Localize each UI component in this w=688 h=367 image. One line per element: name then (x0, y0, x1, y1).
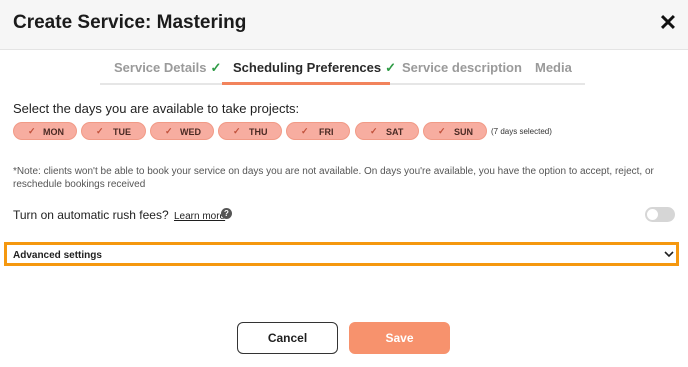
checkmark-icon: ✓ (233, 126, 241, 136)
advanced-settings-label: Advanced settings (13, 250, 102, 261)
day-chip-tue[interactable]: ✓ TUE (81, 122, 146, 140)
chevron-down-icon (664, 251, 674, 258)
day-label: THU (249, 127, 268, 137)
tab-label: Media (535, 60, 572, 75)
day-chip-mon[interactable]: ✓ MON (13, 122, 77, 140)
tab-service-description[interactable]: Service description (402, 60, 522, 75)
checkmark-icon: ✓ (28, 126, 36, 136)
day-label: TUE (113, 127, 131, 137)
day-chip-thu[interactable]: ✓ THU (218, 122, 282, 140)
checkmark-icon: ✓ (385, 60, 397, 75)
availability-note: *Note: clients won't be able to book you… (13, 166, 654, 190)
tab-scheduling-preferences[interactable]: Scheduling Preferences ✓ (233, 60, 396, 76)
day-label: MON (43, 127, 64, 137)
day-label: SAT (386, 127, 404, 137)
tab-media[interactable]: Media (535, 60, 572, 75)
page-title: Create Service: Mastering (13, 12, 247, 33)
checkmark-icon: ✓ (165, 126, 173, 136)
advanced-settings-accordion[interactable]: Advanced settings (4, 242, 679, 266)
day-chip-sun[interactable]: ✓ SUN (423, 122, 487, 140)
checkmark-icon: ✓ (301, 126, 309, 136)
tab-label: Service Details (114, 60, 207, 75)
toggle-knob (647, 209, 658, 220)
days-selected-count: (7 days selected) (491, 127, 552, 136)
day-label: FRI (319, 127, 334, 137)
day-chip-wed[interactable]: ✓ WED (150, 122, 214, 140)
tab-service-details[interactable]: Service Details ✓ (114, 60, 221, 76)
day-label: SUN (454, 127, 474, 137)
rush-fees-label: Turn on automatic rush fees? (13, 208, 169, 222)
rush-fees-row: Turn on automatic rush fees? Learn more (13, 208, 225, 222)
modal-header: Create Service: Mastering ✕ (0, 0, 688, 50)
save-button[interactable]: Save (349, 322, 450, 354)
day-chip-sat[interactable]: ✓ SAT (355, 122, 419, 140)
learn-more-link[interactable]: Learn more (174, 211, 225, 222)
tab-label: Service description (402, 60, 522, 75)
checkmark-icon: ✓ (96, 126, 104, 136)
tab-label: Scheduling Preferences (233, 60, 382, 75)
rush-fees-toggle[interactable] (645, 207, 675, 222)
help-icon[interactable]: ? (221, 208, 232, 219)
close-icon[interactable]: ✕ (657, 12, 679, 34)
cancel-button[interactable]: Cancel (237, 322, 338, 354)
checkmark-icon: ✓ (210, 60, 222, 75)
days-prompt: Select the days you are available to tak… (13, 101, 300, 116)
checkmark-icon: ✓ (438, 126, 446, 136)
day-label: WED (180, 127, 201, 137)
checkmark-icon: ✓ (370, 126, 378, 136)
day-chip-fri[interactable]: ✓ FRI (286, 122, 350, 140)
active-tab-indicator (222, 82, 390, 85)
